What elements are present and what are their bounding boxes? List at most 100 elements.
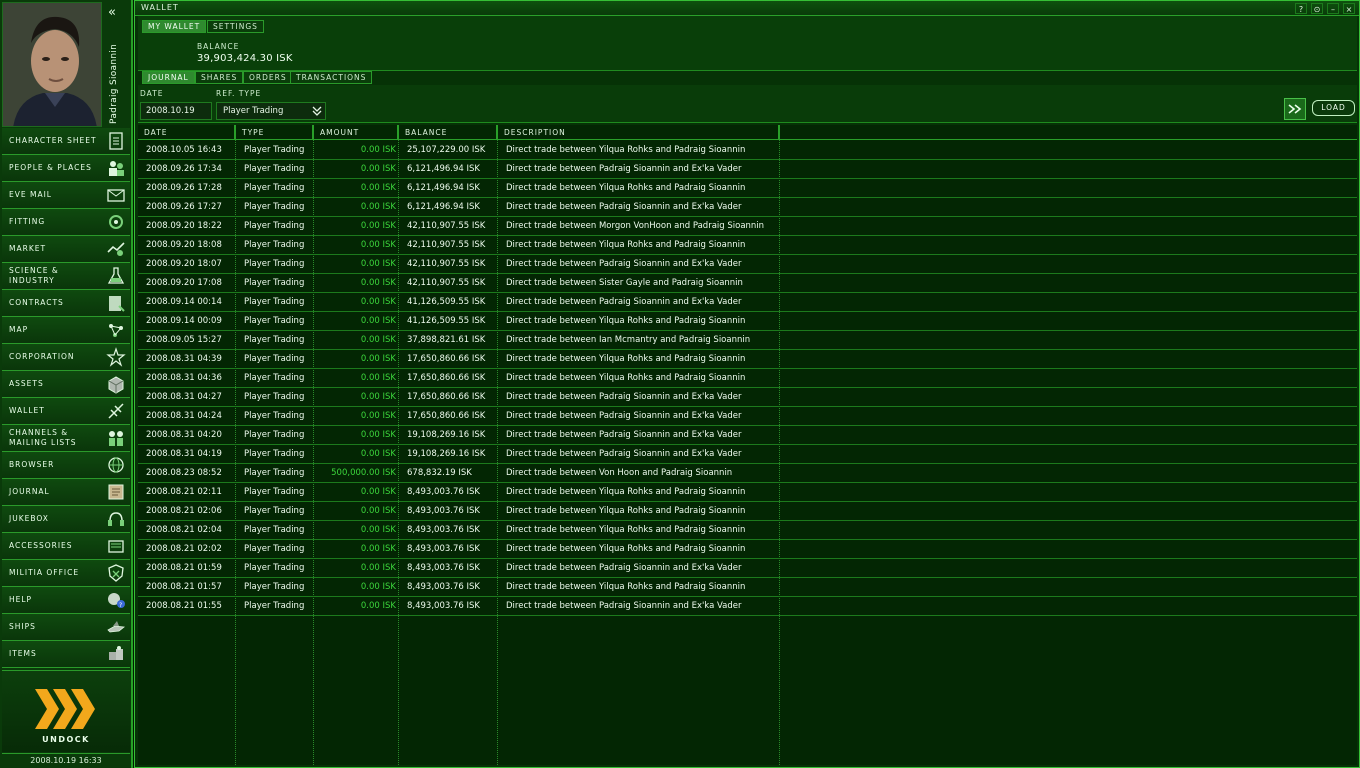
cell-date: 2008.09.20 18:08: [146, 240, 222, 250]
sidebar-item-assets[interactable]: ASSETS: [2, 371, 130, 398]
cell-date: 2008.08.21 02:11: [146, 487, 222, 497]
table-row[interactable]: 2008.09.14 00:14 Player Trading 0.00 ISK 41…: [138, 293, 1357, 312]
table-row[interactable]: 2008.09.05 15:27 Player Trading 0.00 ISK 37…: [138, 331, 1357, 350]
minimize-button[interactable]: –: [1327, 3, 1339, 14]
assets-icon: [105, 373, 127, 395]
cell-date: 2008.09.14 00:09: [146, 316, 222, 326]
table-row[interactable]: 2008.08.21 01:55 Player Trading 0.00 ISK 8,…: [138, 597, 1357, 616]
table-row[interactable]: 2008.08.21 02:06 Player Trading 0.00 ISK 8,…: [138, 502, 1357, 521]
table-row[interactable]: 2008.09.26 17:28 Player Trading 0.00 ISK 6,…: [138, 179, 1357, 198]
table-row[interactable]: 2008.08.31 04:24 Player Trading 0.00 ISK 17…: [138, 407, 1357, 426]
cell-description: Direct trade between Yilqua Rohks and Pa…: [506, 544, 746, 554]
table-row[interactable]: 2008.08.31 04:20 Player Trading 0.00 ISK 19…: [138, 426, 1357, 445]
column-header-description[interactable]: DESCRIPTION: [504, 128, 566, 137]
cell-type: Player Trading: [244, 506, 305, 516]
table-row[interactable]: 2008.08.31 04:39 Player Trading 0.00 ISK 17…: [138, 350, 1357, 369]
tab-settings[interactable]: SETTINGS: [207, 20, 264, 33]
table-row[interactable]: 2008.09.14 00:09 Player Trading 0.00 ISK 41…: [138, 312, 1357, 331]
sidebar-item-ships[interactable]: SHIPS: [2, 614, 130, 641]
sidebar-item-map[interactable]: MAP: [2, 317, 130, 344]
tab-my-wallet[interactable]: MY WALLET: [142, 20, 207, 33]
table-row[interactable]: 2008.08.21 02:02 Player Trading 0.00 ISK 8,…: [138, 540, 1357, 559]
load-button[interactable]: LOAD: [1312, 100, 1355, 116]
column-header-amount[interactable]: AMOUNT: [320, 128, 359, 137]
browser-icon: [105, 454, 127, 476]
cell-balance: 8,493,003.76 ISK: [407, 601, 480, 611]
sidebar-item-eve-mail[interactable]: EVE MAIL: [2, 182, 130, 209]
sidebar-item-browser[interactable]: BROWSER: [2, 452, 130, 479]
expand-icon[interactable]: [1284, 98, 1306, 120]
table-row[interactable]: 2008.10.05 16:43 Player Trading 0.00 ISK 25…: [138, 141, 1357, 160]
column-header-date[interactable]: DATE: [144, 128, 168, 137]
cell-type: Player Trading: [244, 487, 305, 497]
sidebar-item-journal[interactable]: JOURNAL: [2, 479, 130, 506]
sidebar-item-accessories[interactable]: ACCESSORIES: [2, 533, 130, 560]
sidebar-item-character-sheet[interactable]: CHARACTER SHEET: [2, 128, 130, 155]
cell-balance: 17,650,860.66 ISK: [407, 411, 486, 421]
date-input[interactable]: 2008.10.19: [140, 102, 212, 120]
table-row[interactable]: 2008.09.20 17:08 Player Trading 0.00 ISK 42…: [138, 274, 1357, 293]
table-row[interactable]: 2008.08.21 01:59 Player Trading 0.00 ISK 8,…: [138, 559, 1357, 578]
sidebar-item-science-and-industry[interactable]: SCIENCE & INDUSTRY: [2, 263, 130, 290]
table-row[interactable]: 2008.08.21 02:04 Player Trading 0.00 ISK 8,…: [138, 521, 1357, 540]
sidebar-item-people-and-places[interactable]: PEOPLE & PLACES: [2, 155, 130, 182]
sidebar-item-label: CONTRACTS: [9, 298, 64, 307]
sidebar-item-jukebox[interactable]: JUKEBOX: [2, 506, 130, 533]
table-row[interactable]: 2008.09.26 17:27 Player Trading 0.00 ISK 6,…: [138, 198, 1357, 217]
neocom-sidebar: « Padraig Sioannin CHARACTER SHEET PEOPLE…: [0, 0, 133, 768]
tab-transactions[interactable]: TRANSACTIONS: [290, 71, 373, 84]
cell-type: Player Trading: [244, 259, 305, 269]
sidebar-item-fitting[interactable]: FITTING: [2, 209, 130, 236]
column-header-type[interactable]: TYPE: [242, 128, 264, 137]
cell-amount: 0.00 ISK: [360, 430, 396, 440]
table-row[interactable]: 2008.08.23 08:52 Player Trading 500,000.00…: [138, 464, 1357, 483]
window-titlebar[interactable]: WALLET ? ⊙ – ×: [135, 1, 1359, 16]
help-button[interactable]: ?: [1295, 3, 1307, 14]
window-title: WALLET: [141, 3, 179, 12]
table-row[interactable]: 2008.08.21 02:11 Player Trading 0.00 ISK 8,…: [138, 483, 1357, 502]
character-portrait[interactable]: [2, 2, 102, 127]
cell-date: 2008.08.21 02:02: [146, 544, 222, 554]
table-row[interactable]: 2008.08.31 04:27 Player Trading 0.00 ISK 17…: [138, 388, 1357, 407]
cell-type: Player Trading: [244, 240, 305, 250]
close-button[interactable]: ×: [1343, 3, 1355, 14]
undock-button[interactable]: UNDOCK: [2, 670, 130, 752]
table-row[interactable]: 2008.09.20 18:07 Player Trading 0.00 ISK 42…: [138, 255, 1357, 274]
undock-label: UNDOCK: [42, 735, 90, 744]
tab-journal[interactable]: JOURNAL: [142, 71, 195, 84]
sidebar-item-label: CHARACTER SHEET: [9, 136, 97, 145]
cell-balance: 678,832.19 ISK: [407, 468, 472, 478]
table-row[interactable]: 2008.08.31 04:19 Player Trading 0.00 ISK 19…: [138, 445, 1357, 464]
sidebar-item-items[interactable]: ITEMS: [2, 641, 130, 668]
cell-balance: 17,650,860.66 ISK: [407, 373, 486, 383]
cell-date: 2008.08.21 01:55: [146, 601, 222, 611]
sidebar-item-label: BROWSER: [9, 460, 55, 469]
cell-amount: 0.00 ISK: [360, 563, 396, 573]
sidebar-item-wallet[interactable]: WALLET: [2, 398, 130, 425]
table-row[interactable]: 2008.09.20 18:08 Player Trading 0.00 ISK 42…: [138, 236, 1357, 255]
collapse-sidebar-button[interactable]: «: [103, 4, 121, 22]
sidebar-item-label: MILITIA OFFICE: [9, 568, 80, 577]
sidebar-item-corporation[interactable]: CORPORATION: [2, 344, 130, 371]
cell-description: Direct trade between Padraig Sioannin an…: [506, 601, 742, 611]
options-button[interactable]: ⊙: [1311, 3, 1323, 14]
cell-amount: 0.00 ISK: [360, 335, 396, 345]
sidebar-item-militia-office[interactable]: MILITIA OFFICE: [2, 560, 130, 587]
cell-date: 2008.09.26 17:27: [146, 202, 222, 212]
tab-shares[interactable]: SHARES: [195, 71, 244, 84]
sidebar-item-channels-and-mailing-lists[interactable]: CHANNELS & MAILING LISTS: [2, 425, 130, 452]
table-row[interactable]: 2008.09.20 18:22 Player Trading 0.00 ISK 42…: [138, 217, 1357, 236]
sidebar-item-help[interactable]: HELP?: [2, 587, 130, 614]
table-row[interactable]: 2008.08.21 01:57 Player Trading 0.00 ISK 8,…: [138, 578, 1357, 597]
cell-description: Direct trade between Yilqua Rohks and Pa…: [506, 316, 746, 326]
sidebar-item-market[interactable]: MARKET: [2, 236, 130, 263]
cell-balance: 41,126,509.55 ISK: [407, 297, 486, 307]
table-row[interactable]: 2008.09.26 17:34 Player Trading 0.00 ISK 6,…: [138, 160, 1357, 179]
column-header-balance[interactable]: BALANCE: [405, 128, 447, 137]
ref-type-select[interactable]: Player Trading: [216, 102, 326, 120]
tab-orders[interactable]: ORDERS: [243, 71, 293, 84]
fitting-icon: [105, 211, 127, 233]
table-row[interactable]: 2008.08.31 04:36 Player Trading 0.00 ISK 17…: [138, 369, 1357, 388]
sidebar-item-contracts[interactable]: CONTRACTS: [2, 290, 130, 317]
cell-balance: 25,107,229.00 ISK: [407, 145, 486, 155]
